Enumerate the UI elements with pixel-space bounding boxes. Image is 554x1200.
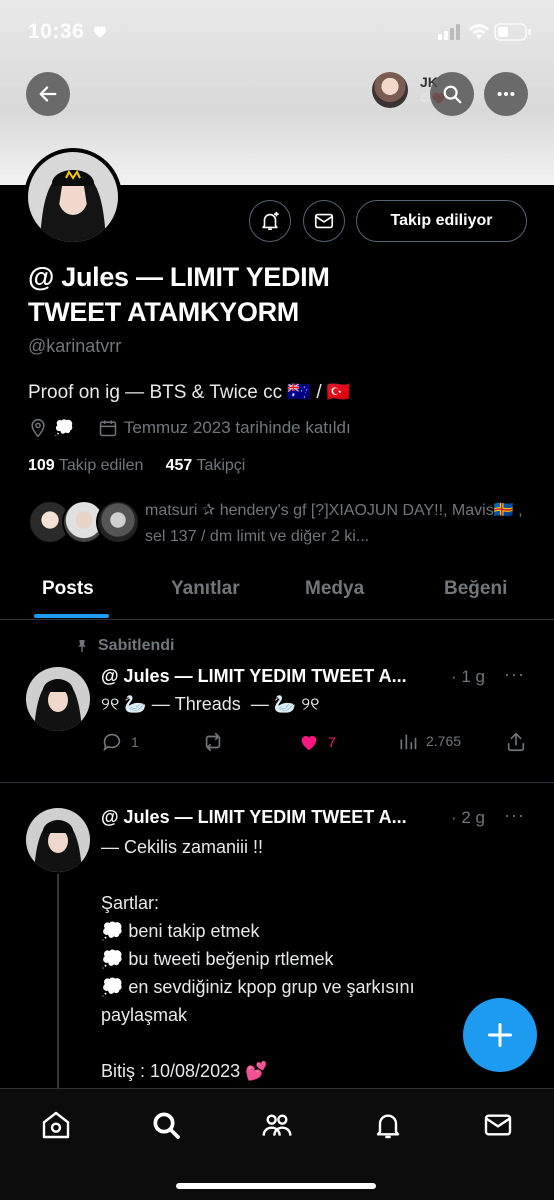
location-pin-icon (31, 418, 45, 438)
envelope-icon (314, 213, 334, 229)
wifi-icon (469, 24, 489, 39)
battery-icon (494, 23, 531, 41)
profile-counts: 109 Takip edilen 457 Takipçi (28, 457, 245, 475)
like-button[interactable]: 7 (298, 731, 336, 753)
search-icon (443, 85, 462, 104)
avatar-photo (28, 152, 118, 242)
notifications-subscribe-button[interactable] (249, 200, 291, 242)
tweet-text: — Cekilis zamaniii !! Şartlar: 💭 beni ta… (101, 837, 415, 1081)
reply-icon (103, 733, 121, 752)
messages-envelope-icon[interactable] (482, 1109, 514, 1141)
tab-replies[interactable]: Yanıtlar (171, 578, 240, 600)
calendar-icon (99, 420, 117, 437)
following-count: 109 (28, 457, 55, 474)
tab-posts[interactable]: Posts (42, 578, 94, 600)
profile-meta: 💭 Temmuz 2023 tarihinde katıldı (28, 418, 351, 438)
more-options-button[interactable] (484, 72, 528, 116)
pinned-indicator: Sabitlendi (74, 637, 174, 655)
active-tab-indicator (34, 614, 109, 618)
search-button[interactable] (430, 72, 474, 116)
followers-count: 457 (165, 457, 193, 474)
retweet-icon (205, 732, 221, 752)
followers-label: Takipçi (196, 457, 246, 474)
communities-icon[interactable] (261, 1109, 293, 1141)
thread-connector-line (57, 874, 59, 1094)
tweet-timestamp[interactable]: · 2 g (451, 808, 485, 828)
viewer-avatar[interactable] (372, 72, 408, 108)
retweet-button[interactable] (201, 731, 225, 753)
profile-handle: @karinatvrr (28, 336, 122, 356)
back-button[interactable] (26, 72, 70, 116)
tweet-author-name[interactable]: @ Jules — LIMIT YEDIM TWEET A... (101, 807, 407, 828)
views-button[interactable]: 2.765 (398, 731, 461, 751)
explore-search-icon[interactable] (150, 1109, 182, 1141)
tweet-author-avatar[interactable] (26, 808, 90, 872)
signal-icon (438, 24, 460, 40)
bar-chart-icon (400, 734, 417, 750)
profile-location: 💭 (54, 420, 74, 437)
tweet-author-name[interactable]: @ Jules — LIMIT YEDIM TWEET A... (101, 666, 407, 687)
followers-link[interactable]: 457 Takipçi (166, 457, 246, 474)
notifications-bell-icon[interactable] (372, 1109, 404, 1141)
profile-tabs: Posts Yanıtlar Medya Beğeni (0, 568, 554, 620)
tab-likes[interactable]: Beğeni (444, 578, 507, 600)
tweet-author-avatar[interactable] (26, 667, 90, 731)
message-button[interactable] (303, 200, 345, 242)
heart-filled-icon (301, 736, 317, 751)
following-button[interactable]: Takip ediliyor (356, 200, 527, 242)
pinned-label: Sabitlendi (98, 637, 175, 654)
share-icon (507, 732, 525, 752)
tweet-text: ୨୧ 🦢 — Threads — 🦢 ୨୧ (101, 694, 320, 714)
reply-button[interactable]: 1 (101, 731, 139, 753)
profile-display-name: @ Jules — LIMIT YEDIM TWEET ATAMKYORM (28, 262, 330, 327)
pin-icon (78, 640, 86, 652)
status-time: 10:36 (28, 20, 85, 43)
tweet-timestamp[interactable]: · 1 g (451, 667, 485, 687)
tweet-more-button[interactable]: ··· (504, 664, 525, 685)
plus-icon (487, 1022, 513, 1048)
status-bar: 10:36 (0, 0, 554, 66)
arrow-left-icon (39, 86, 57, 102)
avatar-photo (26, 667, 90, 731)
like-count: 7 (328, 734, 336, 750)
tweet-more-button[interactable]: ··· (504, 805, 525, 826)
tweet-divider (0, 782, 554, 783)
following-link[interactable]: 109 Takip edilen (28, 457, 143, 474)
more-horizontal-icon (497, 91, 515, 97)
bell-plus-icon (262, 211, 279, 231)
home-indicator (176, 1183, 376, 1189)
profile-bio: Proof on ig — BTS & Twice cc 🇦🇺 / 🇹🇷 (28, 382, 351, 403)
tab-media[interactable]: Medya (305, 578, 364, 600)
follower-avatar (96, 500, 140, 544)
avatar-photo (26, 808, 90, 872)
tweet-actions: 1 7 2.765 (101, 731, 531, 759)
heart-status-icon (94, 26, 106, 38)
followed-by-text[interactable]: matsuri ✰ hendery's gf [?]XIAOJUN DAY!!,… (145, 498, 535, 550)
home-icon[interactable] (40, 1109, 72, 1141)
views-count: 2.765 (426, 733, 462, 749)
profile-joined-date: Temmuz 2023 tarihinde katıldı (123, 418, 351, 437)
compose-tweet-button[interactable] (463, 998, 537, 1072)
reply-count: 1 (131, 734, 139, 750)
profile-avatar[interactable] (24, 148, 122, 246)
share-button[interactable] (505, 731, 527, 753)
following-label: Takip edilen (58, 457, 144, 474)
